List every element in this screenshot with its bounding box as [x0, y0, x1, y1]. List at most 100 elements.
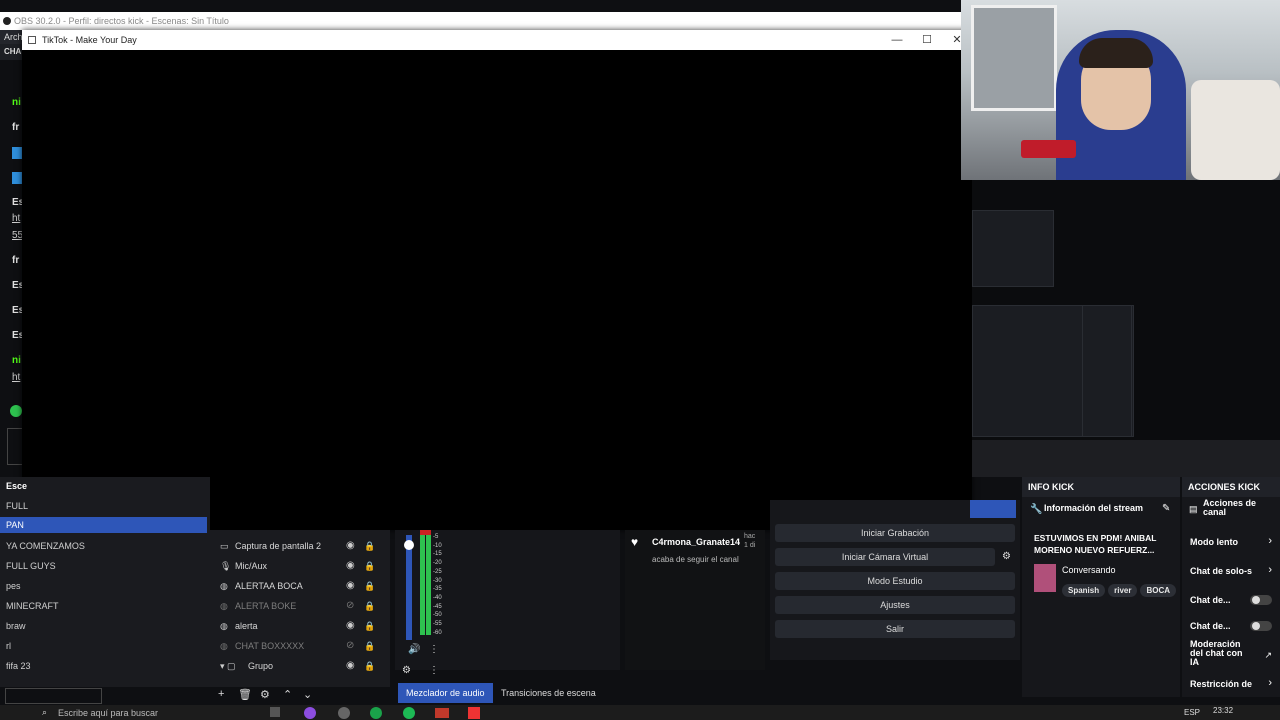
- start-recording-button[interactable]: Iniciar Grabación: [775, 524, 1015, 542]
- gear-icon[interactable]: ⚙: [260, 688, 270, 701]
- db-tick: -45: [433, 603, 442, 610]
- visibility-eye-icon[interactable]: ◉: [346, 561, 356, 571]
- add-icon[interactable]: +: [218, 688, 224, 700]
- chevron-right-icon: ›: [1268, 564, 1272, 576]
- maximize-button[interactable]: ☐: [912, 30, 942, 50]
- spotify-icon[interactable]: [403, 707, 415, 719]
- chat-link[interactable]: ht: [12, 372, 20, 383]
- scenes-dock: Esce FULL PAN YA COMENZAMOS FULL GUYS pe…: [0, 477, 210, 687]
- volume-slider[interactable]: [406, 535, 412, 640]
- lock-icon[interactable]: 🔒: [364, 581, 375, 591]
- lock-icon[interactable]: 🔒: [364, 661, 375, 671]
- taskbar-search[interactable]: Escribe aquí para buscar: [58, 708, 158, 718]
- search-icon[interactable]: ⌕: [42, 707, 47, 718]
- obs-title-text: OBS 30.2.0 - Perfil: directos kick - Esc…: [14, 16, 229, 26]
- scene-item[interactable]: pes: [6, 581, 21, 591]
- chat-link[interactable]: ht: [12, 213, 20, 224]
- scenes-header: Esce: [6, 481, 28, 491]
- db-tick: -25: [433, 568, 442, 575]
- chevron-right-icon: ›: [1268, 677, 1272, 689]
- background-window: [971, 5, 1057, 111]
- settings-button[interactable]: Ajustes: [775, 596, 1015, 614]
- kick-icon: [10, 405, 22, 417]
- mixer-menu-icon[interactable]: ⋮: [429, 665, 439, 676]
- category-thumbnail: [1034, 564, 1056, 592]
- toggle-switch[interactable]: [1250, 595, 1272, 605]
- lock-icon[interactable]: 🔒: [364, 641, 375, 651]
- brave-icon[interactable]: [468, 707, 480, 719]
- lock-icon[interactable]: 🔒: [364, 601, 375, 611]
- scene-item[interactable]: braw: [6, 621, 26, 631]
- obs-menu-archivo[interactable]: Arch: [0, 30, 23, 44]
- visibility-eye-icon[interactable]: ◉: [346, 621, 356, 631]
- gear-icon[interactable]: ⚙: [1002, 551, 1011, 562]
- visibility-eye-icon[interactable]: ◉: [346, 661, 356, 671]
- app-icon[interactable]: [304, 707, 316, 719]
- tab-audio-mixer[interactable]: Mezclador de audio: [398, 683, 493, 703]
- tiktok-window-title: TikTok - Make Your Day: [42, 35, 137, 45]
- lock-icon[interactable]: 🔒: [364, 621, 375, 631]
- actions-section-title: Acciones de canal: [1203, 498, 1257, 517]
- globe-icon: ◍: [220, 641, 228, 651]
- scene-item[interactable]: FULL: [6, 501, 28, 511]
- scene-item-active[interactable]: PAN: [0, 517, 207, 533]
- studio-mode-button[interactable]: Modo Estudio: [775, 572, 1015, 590]
- obs-taskbar-icon[interactable]: [338, 707, 350, 719]
- db-scale: -5 -10 -15 -20 -25 -30 -35 -40 -45 -50 -…: [433, 533, 442, 637]
- mixer-tabs: Mezclador de audio Transiciones de escen…: [395, 683, 620, 703]
- hidden-eye-icon[interactable]: ⊘: [346, 641, 356, 651]
- actions-icon: ▤: [1189, 504, 1198, 514]
- chat-fragment: fr: [12, 255, 20, 266]
- trash-icon[interactable]: 🗑: [238, 688, 252, 701]
- scene-item[interactable]: YA COMENZAMOS: [6, 541, 85, 551]
- scene-filter-bar[interactable]: [5, 688, 102, 704]
- external-link-icon: ↗: [1264, 650, 1272, 660]
- lock-icon[interactable]: 🔒: [364, 561, 375, 571]
- tag: river: [1108, 584, 1138, 597]
- chat-fragment: ni: [12, 355, 21, 366]
- toggle-switch[interactable]: [1250, 621, 1272, 631]
- volume-slider-handle[interactable]: [404, 540, 414, 550]
- language-indicator[interactable]: ESP: [1184, 708, 1200, 717]
- dock-gap: [972, 440, 1280, 477]
- scene-item[interactable]: FULL GUYS: [6, 561, 56, 571]
- level-meter: [426, 535, 431, 635]
- mini-panel: [1082, 305, 1132, 437]
- whatsapp-icon[interactable]: [370, 707, 382, 719]
- scene-item[interactable]: MINECRAFT: [6, 601, 59, 611]
- tag-list: Spanish river BOCA: [1062, 580, 1180, 598]
- start-virtual-camera-button[interactable]: Iniciar Cámara Virtual: [775, 548, 995, 566]
- event-time-2: 1 di: [744, 542, 756, 549]
- edit-icon[interactable]: ✎: [1162, 503, 1170, 514]
- visibility-eye-icon[interactable]: ◉: [346, 581, 356, 591]
- app-icon[interactable]: [435, 708, 449, 718]
- minimize-button[interactable]: —: [882, 30, 912, 50]
- folder-icon: ▾ ▢: [220, 661, 236, 671]
- db-tick: -35: [433, 586, 442, 593]
- streaming-indicator[interactable]: [970, 500, 1016, 518]
- scene-item[interactable]: fifa 23: [6, 661, 31, 671]
- scene-item[interactable]: rl: [6, 641, 11, 651]
- chevron-down-icon[interactable]: ⌄: [303, 688, 312, 701]
- lock-icon[interactable]: 🔒: [364, 541, 375, 551]
- chevron-up-icon[interactable]: ⌃: [283, 688, 292, 701]
- speaker-icon[interactable]: 🔊: [408, 644, 420, 655]
- more-icon[interactable]: ⋮: [429, 644, 439, 655]
- tag: Spanish: [1062, 584, 1106, 597]
- chat-emote-icon: [12, 147, 22, 159]
- chevron-right-icon: ›: [1268, 535, 1272, 547]
- stream-info-title: Información del stream: [1044, 503, 1144, 513]
- clock[interactable]: 23:32: [1213, 706, 1233, 715]
- task-view-icon[interactable]: [270, 707, 280, 717]
- sources-toolbar: + 🗑 ⚙ ⌃ ⌄: [215, 688, 325, 702]
- mixer-settings-icon[interactable]: ⚙: [402, 665, 411, 676]
- events-dock: ♥ C4rmona_Granate14 hac 1 di acaba de se…: [625, 530, 765, 670]
- tab-scene-transitions[interactable]: Transiciones de escena: [493, 683, 604, 703]
- windows-taskbar: ⌕ Escribe aquí para buscar ESP 23:32: [0, 705, 1280, 720]
- action-label: Moderación del chat con IA: [1190, 639, 1243, 667]
- visibility-eye-icon[interactable]: ◉: [346, 541, 356, 551]
- chat-input[interactable]: [7, 428, 23, 465]
- event-username: C4rmona_Granate14: [652, 537, 741, 547]
- exit-button[interactable]: Salir: [775, 620, 1015, 638]
- hidden-eye-icon[interactable]: ⊘: [346, 601, 356, 611]
